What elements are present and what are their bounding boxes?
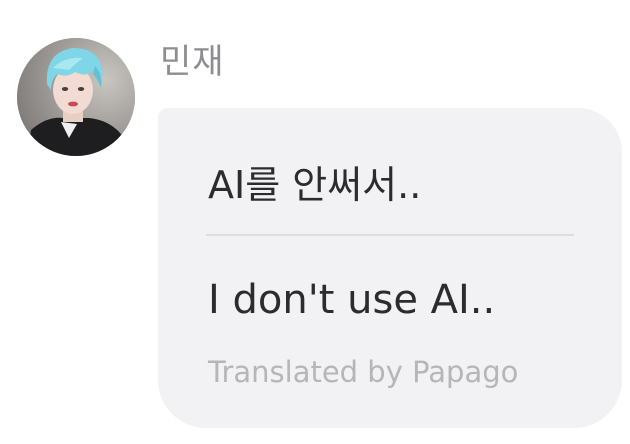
- divider: [206, 234, 574, 236]
- translated-message-text: I don't use AI..: [208, 277, 496, 323]
- sender-name: 민재: [160, 42, 225, 82]
- profile-photo-icon: [17, 38, 135, 156]
- message-bubble[interactable]: AI를 안써서.. I don't use AI.. Translated by…: [158, 108, 622, 428]
- translation-credit: Translated by Papago: [208, 355, 519, 389]
- original-message-text: AI를 안써서..: [208, 163, 422, 207]
- avatar[interactable]: [17, 38, 135, 156]
